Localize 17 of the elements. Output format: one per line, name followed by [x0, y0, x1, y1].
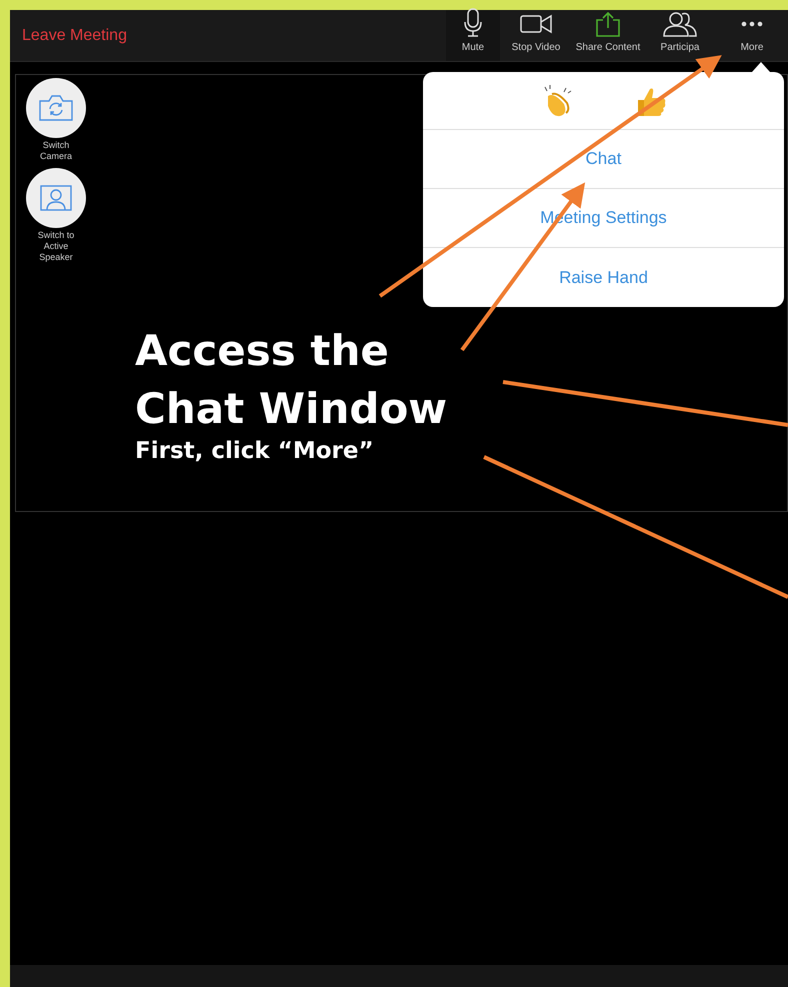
toolbar-button[interactable]: Participa [644, 10, 716, 61]
more-button[interactable]: More [716, 10, 788, 61]
toolbar-button[interactable]: Stop Video [500, 10, 572, 61]
control-label: Switch to Active Speaker [36, 230, 76, 263]
people-icon [663, 11, 697, 37]
annotation-title: Access the Chat Window [135, 325, 448, 435]
microphone-icon [464, 8, 482, 38]
toolbar-button[interactable]: Share Content [572, 10, 644, 61]
more-dots-icon [741, 21, 763, 27]
share-upload-icon [595, 11, 621, 37]
video-camera-icon [520, 14, 552, 34]
control-label: Switch Camera [38, 140, 73, 162]
toolbar-button[interactable]: Mute [446, 10, 500, 61]
annotation-subtitle: First, click “More” [135, 438, 375, 464]
speaker-portrait-icon [40, 185, 72, 211]
camera-switch-icon [39, 95, 73, 121]
leave-meeting-button[interactable]: Leave Meeting [22, 24, 127, 48]
